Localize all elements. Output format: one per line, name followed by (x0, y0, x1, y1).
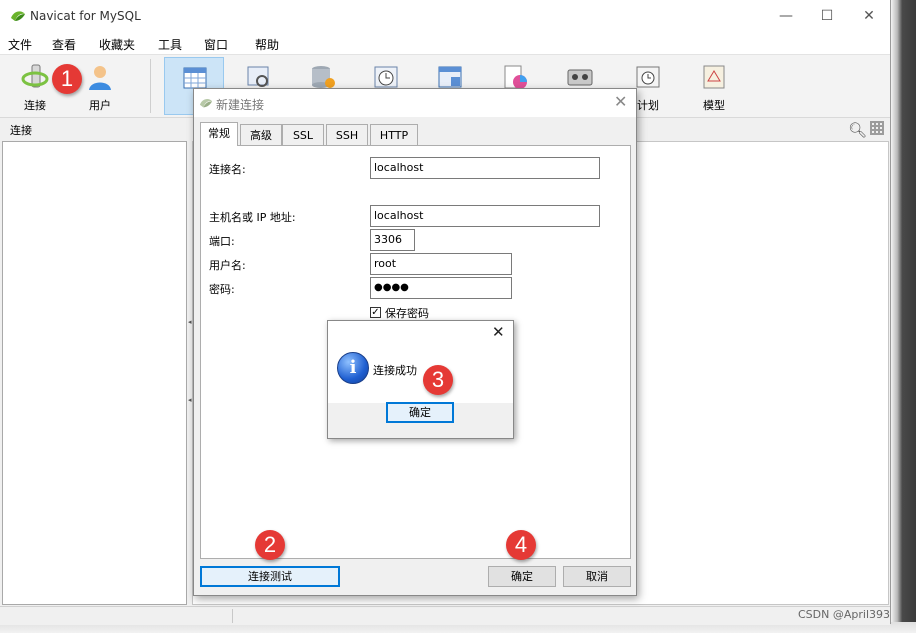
host-label: 主机名或 IP 地址: (209, 211, 296, 224)
report-icon (504, 65, 527, 89)
title-bar: Navicat for MySQL — ☐ ✕ (0, 0, 890, 32)
host-input[interactable]: localhost (370, 205, 600, 227)
calendar-clock-icon (636, 66, 660, 88)
desktop-edge (891, 0, 916, 633)
message-body: i 连接成功 (328, 345, 513, 403)
watermark: CSDN @April393 (798, 608, 890, 621)
model-button[interactable]: 模型 (684, 57, 744, 115)
status-bar (0, 606, 890, 625)
save-password-checkbox[interactable]: ✓ (370, 307, 381, 318)
view-icon (247, 66, 269, 87)
chevron-left-icon-2: ◂ (188, 396, 192, 404)
tab-advanced[interactable]: 高级 (240, 124, 282, 145)
tape-icon (567, 69, 593, 86)
status-divider (232, 609, 233, 623)
model-label: 模型 (703, 99, 725, 112)
dialog-title: 新建连接 (216, 98, 265, 112)
database-gear-icon (312, 66, 335, 88)
clock-window-icon (374, 66, 398, 88)
message-ok-button[interactable]: 确定 (386, 402, 454, 423)
menu-window[interactable]: 窗口 (204, 36, 228, 53)
username-input[interactable]: root (370, 253, 512, 275)
cancel-button[interactable]: 取消 (563, 566, 631, 587)
dialog-close-button[interactable]: ✕ (614, 92, 627, 111)
menu-favorites[interactable]: 收藏夹 (99, 36, 135, 53)
chevron-left-icon: ◂ (188, 318, 192, 326)
password-label: 密码: (209, 283, 235, 296)
query-icon (438, 66, 462, 88)
minimize-button[interactable]: — (776, 6, 796, 26)
message-close-button[interactable]: ✕ (492, 323, 505, 341)
port-label: 端口: (209, 235, 235, 248)
message-text: 连接成功 (373, 364, 417, 377)
navicat-logo-icon-small (199, 98, 213, 108)
password-input[interactable]: ●●●● (370, 277, 512, 299)
search-icon[interactable]: 🔍︎ (848, 121, 867, 139)
step-badge-1: 1 (52, 64, 82, 94)
save-password-label: 保存密码 (385, 307, 429, 320)
maximize-button[interactable]: ☐ (817, 6, 837, 26)
ok-button[interactable]: 确定 (488, 566, 556, 587)
user-label: 用户 (89, 99, 111, 112)
test-connection-button[interactable]: 连接测试 (200, 566, 340, 587)
plug-icon (21, 64, 49, 88)
tab-http[interactable]: HTTP (370, 124, 418, 145)
menu-file[interactable]: 文件 (8, 36, 32, 53)
connection-name-input[interactable]: localhost (370, 157, 600, 179)
menu-help[interactable]: 帮助 (255, 36, 279, 53)
model-icon (703, 65, 725, 89)
tab-ssl[interactable]: SSL (282, 124, 324, 145)
username-label: 用户名: (209, 259, 246, 272)
step-badge-2: 2 (255, 530, 285, 560)
grid-view-icon[interactable] (870, 121, 884, 135)
dialog-title-bar: 新建连接 ✕ (194, 89, 636, 117)
connection-name-label: 连接名: (209, 163, 246, 176)
connection-panel-title: 连接 (10, 124, 32, 137)
tab-general[interactable]: 常规 (200, 122, 238, 146)
message-title-bar: ✕ (328, 321, 513, 345)
info-icon: i (337, 352, 369, 384)
toolbar-separator (150, 59, 151, 113)
close-button[interactable]: ✕ (859, 6, 879, 26)
menu-view[interactable]: 查看 (52, 36, 76, 53)
user-icon (89, 66, 111, 90)
port-input[interactable]: 3306 (370, 229, 415, 251)
app-title: Navicat for MySQL (30, 9, 141, 23)
connect-label: 连接 (24, 99, 46, 112)
navicat-logo-icon (11, 11, 25, 21)
step-badge-4: 4 (506, 530, 536, 560)
menu-tools[interactable]: 工具 (158, 36, 182, 53)
step-badge-3: 3 (423, 365, 453, 395)
success-message-box: ✕ i 连接成功 确定 (327, 320, 514, 439)
menu-bar: 文件 查看 收藏夹 工具 窗口 帮助 (0, 32, 890, 55)
tab-ssh[interactable]: SSH (326, 124, 368, 145)
connection-tree[interactable] (2, 141, 187, 605)
